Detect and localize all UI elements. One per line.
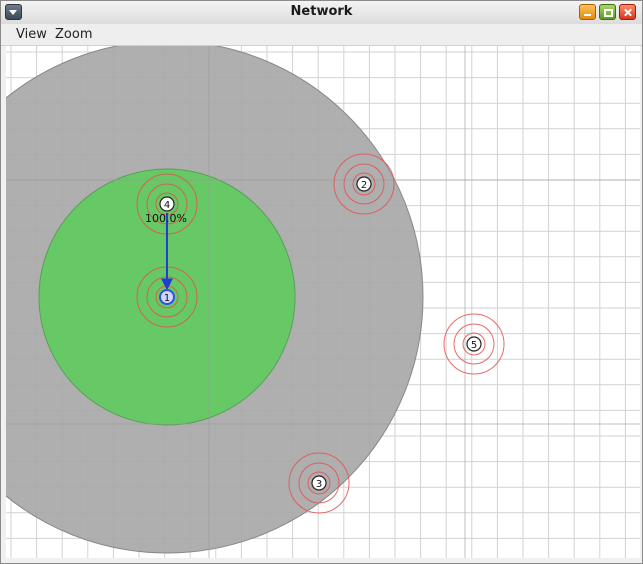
network-view[interactable]: 1 2 3 4 5 100.0%: [6, 46, 640, 558]
menu-zoom[interactable]: Zoom: [55, 27, 92, 42]
link-quality-label: 100.0%: [145, 212, 187, 225]
node-4-label: 4: [164, 200, 170, 211]
close-button[interactable]: [619, 4, 636, 20]
minimize-button[interactable]: [579, 4, 596, 20]
network-canvas[interactable]: 1 2 3 4 5 100.0%: [6, 46, 640, 558]
status-bar: [1, 558, 642, 563]
maximize-button[interactable]: [599, 4, 616, 20]
node-1-label: 1: [164, 293, 170, 304]
menu-bar: View Zoom: [1, 24, 642, 46]
node-5-label: 5: [471, 340, 477, 351]
window-title: Network: [290, 4, 353, 19]
node-1[interactable]: 1: [159, 289, 175, 305]
node-3[interactable]: 3: [311, 475, 327, 491]
menu-view[interactable]: View: [16, 27, 47, 42]
node-2-label: 2: [361, 180, 367, 191]
network-window: Network View Zoom 1 2 3 4 5 100.0%: [0, 0, 643, 564]
node-3-label: 3: [316, 479, 322, 490]
title-bar: Network: [1, 1, 642, 25]
node-2[interactable]: 2: [356, 176, 372, 192]
node-4[interactable]: 4: [159, 196, 175, 212]
node-5[interactable]: 5: [466, 336, 482, 352]
